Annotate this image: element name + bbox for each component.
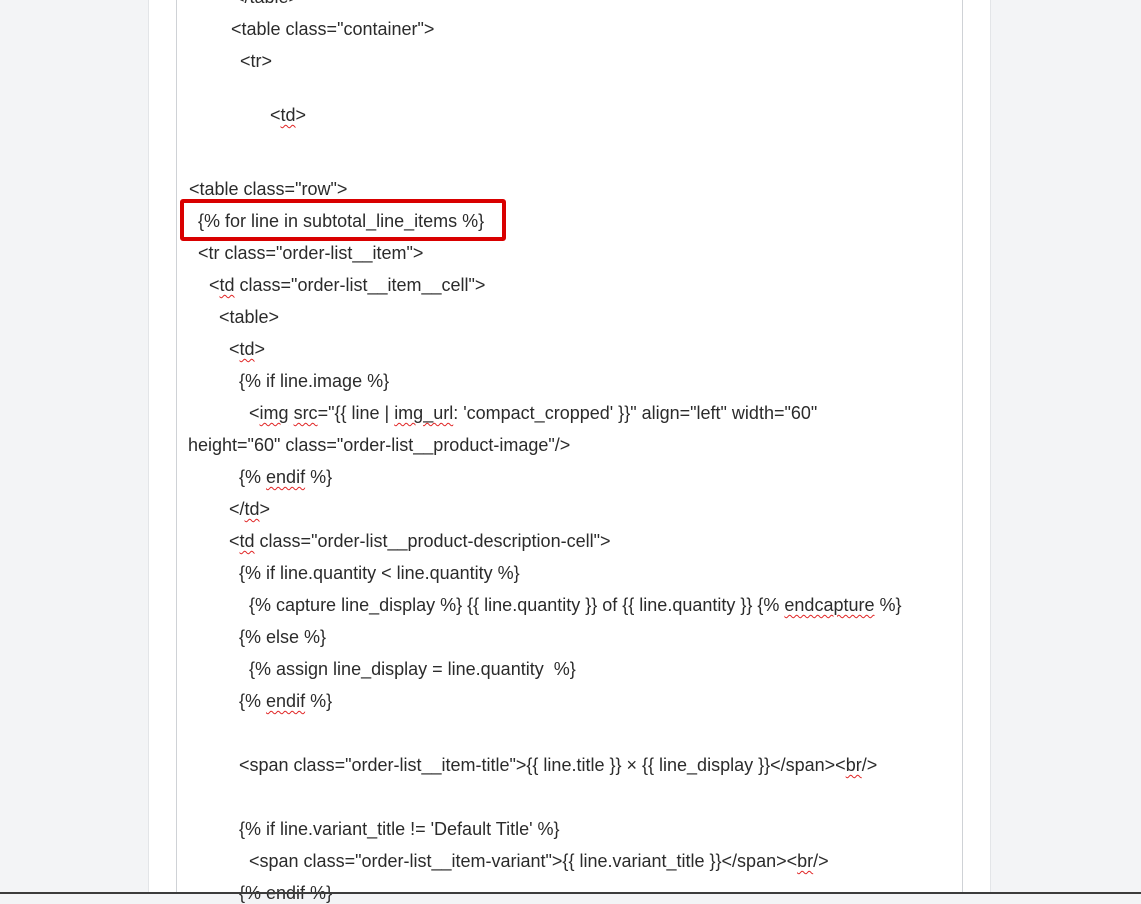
- code-line: height="60" class="order-list__product-i…: [188, 435, 571, 455]
- code-line: <span class="order-list__item-variant">{…: [189, 851, 829, 871]
- code-line: {% endif %}: [189, 691, 333, 711]
- code-line: {% capture line_display %} {{ line.quant…: [189, 595, 902, 615]
- code-line: <span class="order-list__item-title">{{ …: [189, 755, 878, 775]
- code-line: <table>: [189, 307, 280, 327]
- code-line: <td>: [250, 105, 307, 125]
- code-line: {% if line.quantity < line.quantity %}: [189, 563, 520, 583]
- code-line: <table class="row">: [189, 179, 348, 199]
- code-line: </table>: [234, 0, 299, 8]
- code-line: {% endif %}: [189, 467, 333, 487]
- code-line: {% else %}: [189, 627, 327, 647]
- code-line: {% assign line_display = line.quantity %…: [189, 659, 576, 679]
- code-line: <table class="container">: [231, 19, 435, 39]
- code-line: <td>: [189, 339, 266, 359]
- code-line: <td class="order-list__item__cell">: [189, 275, 486, 295]
- code-line-highlighted: {% for line in subtotal_line_items %}: [188, 211, 485, 231]
- code-line: <tr>: [230, 51, 273, 71]
- code-line: </td>: [189, 499, 271, 519]
- code-line: <td class="order-list__product-descripti…: [189, 531, 611, 551]
- code-line: {% if line.image %}: [189, 371, 390, 391]
- spellcheck-squiggle: td: [280, 105, 296, 125]
- code-line: <tr class="order-list__item">: [188, 243, 424, 263]
- code-text: <: [250, 105, 281, 125]
- code-line: <img src="{{ line | img_url: 'compact_cr…: [189, 403, 818, 423]
- code-line: {% if line.variant_title != 'Default Tit…: [189, 819, 560, 839]
